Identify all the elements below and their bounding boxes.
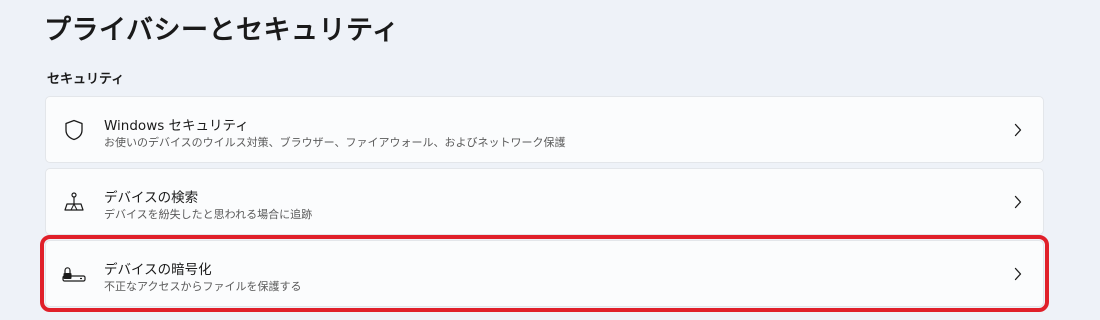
page-title: プライバシーとセキュリティ <box>44 15 400 46</box>
windows-security-item[interactable]: Windows セキュリティ お使いのデバイスのウイルス対策、ブラウザー、ファイ… <box>45 96 1044 163</box>
windows-security-description: お使いのデバイスのウイルス対策、ブラウザー、ファイアウォール、およびネットワーク… <box>104 136 566 149</box>
chevron-right-icon <box>1011 193 1025 211</box>
shield-icon <box>62 118 86 142</box>
device-encryption-title: デバイスの暗号化 <box>104 262 212 278</box>
chevron-right-icon <box>1011 121 1025 139</box>
device-encryption-icon <box>62 262 86 286</box>
chevron-right-icon <box>1011 265 1025 283</box>
device-encryption-item[interactable]: デバイスの暗号化 不正なアクセスからファイルを保護する <box>40 235 1049 312</box>
find-device-title: デバイスの検索 <box>104 190 199 206</box>
device-encryption-description: 不正なアクセスからファイルを保護する <box>104 280 302 293</box>
find-device-item[interactable]: デバイスの検索 デバイスを紛失したと思われる場合に追跡 <box>45 168 1044 235</box>
windows-security-title: Windows セキュリティ <box>104 118 249 134</box>
find-device-icon <box>62 190 86 214</box>
section-header-security: セキュリティ <box>47 72 125 87</box>
find-device-description: デバイスを紛失したと思われる場合に追跡 <box>104 208 313 221</box>
